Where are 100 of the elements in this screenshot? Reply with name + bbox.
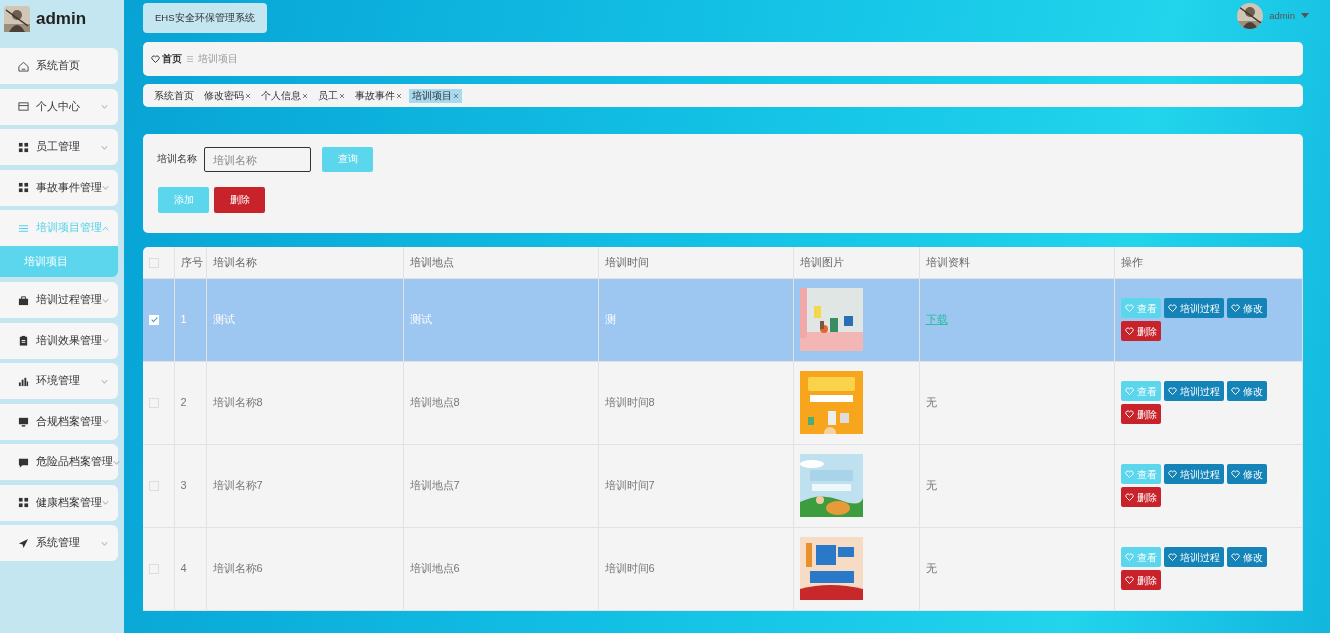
heart-icon: [1124, 326, 1134, 336]
chat-icon: [18, 456, 29, 468]
close-icon[interactable]: [245, 92, 251, 99]
action-button[interactable]: 培训过程: [1163, 464, 1224, 484]
home-icon: [18, 60, 29, 72]
column-header: 培训时间: [604, 256, 649, 268]
sidebar-item[interactable]: 危险品档案管理: [0, 444, 118, 480]
table-cell: 培训时间8: [604, 396, 655, 409]
breadcrumb-current: 培训项目: [198, 51, 238, 66]
action-button[interactable]: 修改: [1226, 464, 1267, 484]
caret-icon: [1301, 13, 1309, 19]
sidebar-item[interactable]: 个人中心: [0, 88, 118, 125]
grid-icon: [18, 141, 29, 153]
heart-icon: [1230, 386, 1240, 396]
chevron-down-icon: [102, 499, 109, 506]
action-button[interactable]: 修改: [1226, 298, 1267, 318]
sidebar-item[interactable]: 培训效果管理: [0, 322, 118, 359]
close-icon[interactable]: [453, 92, 459, 99]
action-button[interactable]: 培训过程: [1163, 298, 1224, 318]
heart-icon: [1124, 492, 1134, 502]
column-header: 培训图片: [799, 256, 844, 268]
delete-button[interactable]: 删除: [1120, 570, 1161, 590]
table-cell: 4: [180, 562, 187, 575]
table-cell: 培训地点7: [409, 479, 460, 492]
delete-button[interactable]: 删除: [1120, 321, 1161, 341]
breadcrumb-link[interactable]: 首页: [162, 51, 182, 67]
chevron-down-icon: [102, 337, 109, 344]
heart-icon: [1124, 409, 1134, 419]
table-cell: 1: [180, 313, 187, 326]
table-cell: 无: [925, 562, 937, 575]
chevron-down-icon: [102, 184, 109, 191]
sidebar-item[interactable]: 员工管理: [0, 129, 118, 165]
table-cell: 2: [180, 396, 187, 409]
user-menu[interactable]: admin: [1269, 8, 1295, 24]
close-icon[interactable]: [396, 92, 402, 99]
table-cell: 培训时间6: [604, 562, 655, 575]
delete-button[interactable]: 删除: [1120, 487, 1161, 507]
tab[interactable]: 员工: [315, 88, 348, 103]
chevron-down-icon: [113, 458, 120, 466]
field-label: 培训名称: [157, 152, 197, 167]
table-cell: 测: [604, 313, 616, 326]
chevron-up-icon: [102, 224, 109, 232]
heart-icon: [151, 54, 160, 64]
close-icon[interactable]: [339, 92, 345, 99]
heart-icon: [1167, 552, 1177, 562]
tab[interactable]: 修改密码: [201, 88, 254, 103]
send-icon: [18, 537, 29, 549]
table-cell: 无: [925, 479, 937, 492]
table-cell: 无: [925, 396, 937, 409]
heart-icon: [1230, 552, 1240, 562]
card-icon: [18, 101, 29, 112]
delete-button[interactable]: 删除: [214, 187, 265, 213]
tab[interactable]: 个人信息: [258, 88, 311, 103]
sidebar-item[interactable]: 合规档案管理: [0, 403, 118, 440]
column-header: 培训名称: [212, 256, 257, 268]
close-icon[interactable]: [302, 92, 308, 99]
monitor-icon: [18, 416, 29, 427]
bar-chart-icon: [18, 375, 29, 387]
clipboard-icon: [18, 335, 29, 346]
column-header: 培训地点: [409, 256, 454, 268]
grid-icon: [18, 497, 29, 508]
tab[interactable]: 系统首页: [151, 88, 197, 103]
heart-icon: [1167, 303, 1177, 313]
column-header: 序号: [180, 256, 203, 268]
sidebar-item[interactable]: 系统首页: [0, 48, 118, 84]
heart-icon: [1124, 575, 1134, 585]
column-header: 培训资料: [925, 256, 970, 268]
action-button[interactable]: 培训过程: [1163, 547, 1224, 567]
sidebar-item[interactable]: 环境管理: [0, 363, 118, 399]
action-button[interactable]: 修改: [1226, 547, 1267, 567]
delete-button[interactable]: 删除: [1120, 404, 1161, 424]
heart-icon: [1167, 386, 1177, 396]
briefcase-icon: [18, 294, 29, 306]
system-title-button[interactable]: EHS安全环保管理系统: [143, 3, 267, 33]
tab[interactable]: 培训项目: [409, 88, 462, 103]
user-name: admin: [36, 8, 87, 31]
search-field[interactable]: 培训名称: [204, 147, 311, 172]
sidebar-item[interactable]: 系统管理: [0, 525, 118, 561]
heart-icon: [1124, 469, 1134, 479]
tab[interactable]: 事故事件: [352, 88, 405, 103]
list-icon: [18, 222, 29, 234]
table-cell: 测试: [409, 313, 432, 326]
table-cell: 测试: [212, 313, 235, 326]
grid-icon: [18, 182, 29, 193]
heart-icon: [1124, 552, 1134, 562]
sidebar-item[interactable]: 健康档案管理: [0, 484, 118, 521]
action-button[interactable]: 修改: [1226, 381, 1267, 401]
table-cell: 培训时间7: [604, 479, 655, 492]
table-cell: 培训名称7: [212, 479, 263, 492]
heart-icon: [1230, 469, 1240, 479]
table-cell: 培训名称8: [212, 396, 263, 409]
sidebar-item[interactable]: 培训过程管理: [0, 282, 118, 318]
chevron-down-icon: [101, 143, 108, 151]
heart-icon: [1124, 386, 1134, 396]
sidebar-item[interactable]: 事故事件管理: [0, 169, 118, 206]
table-cell: 培训名称6: [212, 562, 263, 575]
action-button[interactable]: 培训过程: [1163, 381, 1224, 401]
separator-icon: [186, 55, 194, 63]
table-cell: 培训地点8: [409, 396, 460, 409]
heart-icon: [1124, 303, 1134, 313]
